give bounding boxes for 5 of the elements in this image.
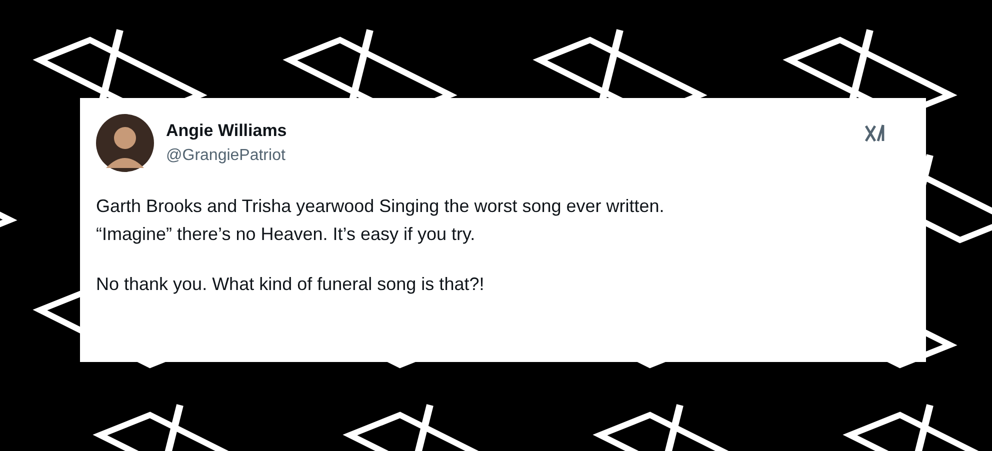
author-name[interactable]: Angie Williams — [166, 118, 287, 144]
avatar-icon — [96, 114, 154, 172]
author-handle[interactable]: @GrangiePatriot — [166, 144, 287, 168]
tweet-text: Garth Brooks and Trisha yearwood Singing the worst song ever written. “Imagine” there’s no Heaven. It’s easy if you try. — [96, 195, 666, 246]
tweet-text: No thank you. What kind of funeral song is that?! — [96, 273, 486, 296]
